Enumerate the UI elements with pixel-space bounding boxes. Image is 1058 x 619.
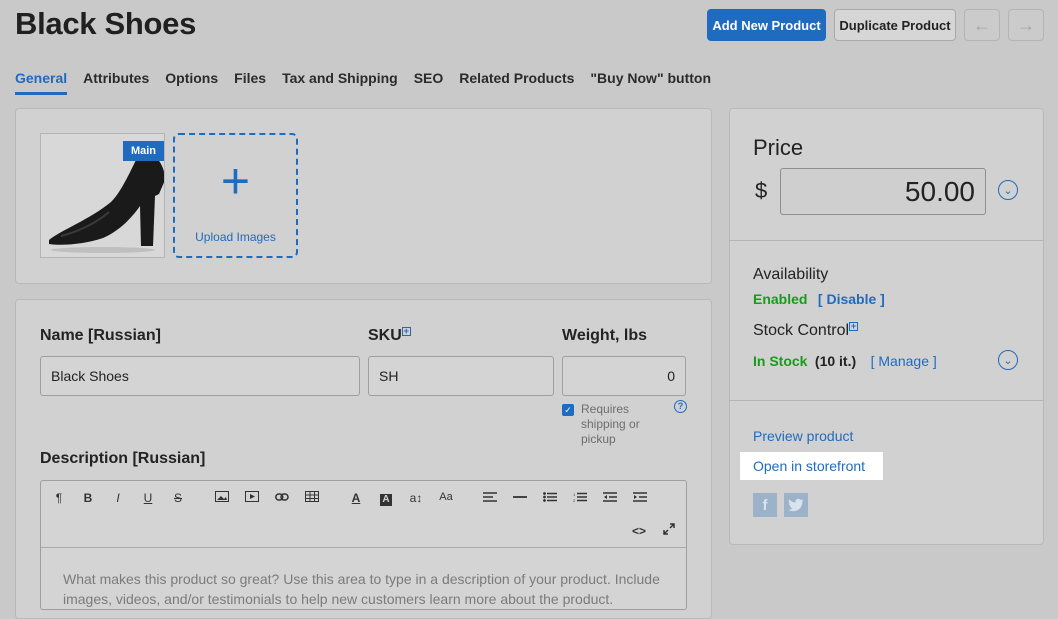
requires-shipping-label: Requires shipping or pickup	[581, 402, 640, 446]
price-label: Price	[753, 135, 804, 160]
text-color-icon[interactable]: A	[347, 491, 365, 505]
sku-label-text: SKU	[368, 327, 402, 344]
fullscreen-icon[interactable]	[660, 523, 678, 538]
weight-input[interactable]: 0	[562, 356, 686, 396]
plus-icon: +	[220, 153, 251, 209]
insert-video-icon[interactable]	[243, 491, 261, 505]
stock-row: In Stock (10 it.) [ Manage ]	[753, 353, 937, 371]
svg-text:1: 1	[573, 492, 576, 497]
description-field-label: Description [Russian]	[40, 450, 206, 467]
editor-toolbar-row-2: <>	[41, 515, 686, 549]
horizontal-rule-icon[interactable]	[511, 491, 529, 505]
align-icon[interactable]	[481, 491, 499, 505]
sidebar-divider-1	[730, 240, 1043, 241]
price-input[interactable]: 50.00	[780, 168, 986, 215]
stock-count: (10 it.)	[814, 353, 857, 369]
paragraph-format-icon[interactable]: ¶	[50, 491, 68, 505]
editor-toolbar-row-1: ¶ B I U S A A a↕ Aa 12	[41, 481, 686, 515]
ordered-list-icon[interactable]: 12	[571, 491, 589, 505]
insert-link-icon[interactable]	[273, 491, 291, 505]
manage-link[interactable]: [ Manage ]	[871, 353, 937, 369]
indent-icon[interactable]	[631, 491, 649, 505]
font-family-icon[interactable]: Aa	[437, 491, 455, 503]
description-editor[interactable]: ¶ B I U S A A a↕ Aa 12 <> What makes thi…	[40, 480, 687, 610]
tab-seo[interactable]: SEO	[414, 70, 444, 95]
tab-general[interactable]: General	[15, 70, 68, 95]
arrow-right-icon: →	[1017, 14, 1035, 35]
insert-image-icon[interactable]	[213, 491, 231, 505]
tab-attributes[interactable]: Attributes	[83, 70, 149, 95]
main-image-badge: Main	[123, 141, 164, 161]
italic-icon[interactable]: I	[109, 491, 127, 505]
chevron-down-icon[interactable]: ⌄	[998, 350, 1018, 370]
sidebar-divider-2	[730, 400, 1043, 401]
add-new-product-button[interactable]: Add New Product	[707, 9, 826, 41]
tab-related-products[interactable]: Related Products	[459, 70, 574, 95]
insert-table-icon[interactable]	[303, 491, 321, 505]
plus-square-icon[interactable]: +	[401, 327, 411, 336]
prev-product-button[interactable]: ←	[964, 9, 1000, 41]
tab-options[interactable]: Options	[165, 70, 218, 95]
outdent-icon[interactable]	[601, 491, 619, 505]
name-field-label: Name [Russian]	[40, 327, 161, 344]
sku-field-label: SKU +	[368, 327, 411, 345]
code-view-icon[interactable]: <>	[630, 524, 648, 538]
upload-images-button[interactable]: + Upload Images	[173, 133, 298, 258]
stock-control-label: Stock Control +	[753, 322, 859, 340]
availability-status: Enabled	[753, 291, 808, 307]
description-placeholder: What makes this product so great? Use th…	[63, 571, 660, 607]
requires-shipping-checkbox[interactable]: ✓	[562, 404, 574, 416]
twitter-bird-glyph	[788, 498, 803, 512]
underline-icon[interactable]: U	[139, 491, 157, 505]
facebook-icon[interactable]: f	[753, 493, 777, 517]
tab-buy-now-button[interactable]: "Buy Now" button	[590, 70, 711, 95]
svg-text:2: 2	[573, 498, 576, 502]
strikethrough-icon[interactable]: S	[169, 491, 187, 505]
duplicate-product-button[interactable]: Duplicate Product	[834, 9, 956, 41]
arrow-left-icon: ←	[973, 14, 991, 35]
unordered-list-icon[interactable]	[541, 491, 559, 505]
bold-icon[interactable]: B	[79, 491, 97, 505]
help-icon[interactable]: ?	[674, 400, 687, 413]
tab-files[interactable]: Files	[234, 70, 266, 95]
disable-link[interactable]: [ Disable ]	[818, 291, 885, 307]
stock-control-text: Stock Control	[753, 322, 850, 339]
tab-bar: General Attributes Options Files Tax and…	[15, 70, 727, 95]
availability-row: Enabled [ Disable ]	[753, 291, 885, 309]
sku-input[interactable]: SH	[368, 356, 554, 396]
weight-field-label: Weight, lbs	[562, 327, 648, 344]
next-product-button[interactable]: →	[1008, 9, 1044, 41]
background-color-icon[interactable]: A	[377, 491, 395, 506]
currency-symbol: $	[755, 178, 768, 203]
upload-images-label: Upload Images	[195, 230, 276, 244]
font-size-icon[interactable]: a↕	[407, 491, 425, 505]
availability-label: Availability	[753, 266, 829, 283]
tab-tax-shipping[interactable]: Tax and Shipping	[282, 70, 398, 95]
plus-square-icon[interactable]: +	[849, 322, 859, 331]
open-in-storefront-link[interactable]: Open in storefront	[753, 458, 865, 474]
preview-product-link[interactable]: Preview product	[753, 428, 853, 444]
chevron-down-icon[interactable]: ⌄	[998, 180, 1018, 200]
twitter-icon[interactable]	[784, 493, 808, 517]
name-input[interactable]: Black Shoes	[40, 356, 360, 396]
page-title: Black Shoes	[15, 6, 197, 41]
editor-divider	[41, 547, 686, 548]
background-color-glyph: A	[380, 494, 392, 506]
stock-status: In Stock	[753, 353, 808, 369]
